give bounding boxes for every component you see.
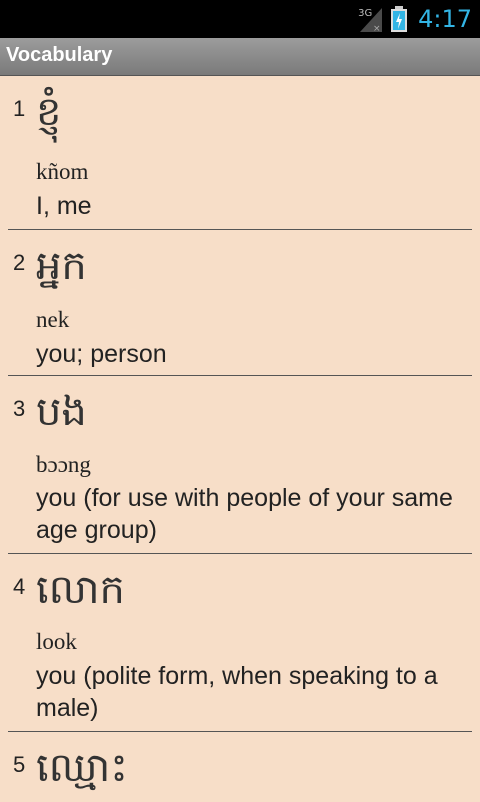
status-clock: 4:17 xyxy=(418,5,472,33)
network-type-label: 3G xyxy=(358,8,373,19)
romanization: bɔɔng xyxy=(36,452,91,477)
vocabulary-item[interactable]: 5 ឈ្មោះ xyxy=(8,732,472,802)
item-number: 2 xyxy=(13,250,26,275)
english-gloss: I, me xyxy=(36,192,92,220)
khmer-word: ខ្ញុំ xyxy=(36,89,62,135)
khmer-word: ឈ្មោះ xyxy=(36,745,128,791)
vocabulary-item[interactable]: 2 អ្នក nek you; person xyxy=(8,230,472,376)
battery-charging-icon xyxy=(391,6,408,32)
signal-3g-icon: × 3G xyxy=(358,4,384,34)
item-number: 5 xyxy=(13,752,26,777)
title-bar: Vocabulary xyxy=(0,38,480,76)
vocabulary-item[interactable]: 1 ខ្ញុំ kñom I, me xyxy=(8,76,472,230)
english-gloss: you (polite form, when speaking to a mal… xyxy=(36,662,438,722)
vocabulary-item[interactable]: 4 លោក look you (polite form, when speaki… xyxy=(8,554,472,732)
page-title: Vocabulary xyxy=(6,44,113,66)
english-gloss: you; person xyxy=(36,340,167,368)
romanization: kñom xyxy=(36,159,89,184)
status-indicators: × 3G 4:17 xyxy=(358,0,472,38)
khmer-word: អ្នក xyxy=(36,243,87,289)
item-number: 4 xyxy=(13,574,26,599)
romanization: nek xyxy=(36,307,70,332)
khmer-word: លោក xyxy=(36,567,125,613)
item-number: 1 xyxy=(13,96,26,121)
vocabulary-list[interactable]: 1 ខ្ញុំ kñom I, me 2 អ្នក nek you; perso… xyxy=(0,76,480,802)
vocabulary-item[interactable]: 3 បង bɔɔng you (for use with people of y… xyxy=(8,376,472,554)
khmer-word: បង xyxy=(36,389,87,435)
english-gloss: you (for use with people of your same ag… xyxy=(36,484,453,544)
status-bar: × 3G 4:17 xyxy=(0,0,480,38)
romanization: look xyxy=(36,629,77,654)
svg-text:×: × xyxy=(373,24,381,34)
item-number: 3 xyxy=(13,396,26,421)
